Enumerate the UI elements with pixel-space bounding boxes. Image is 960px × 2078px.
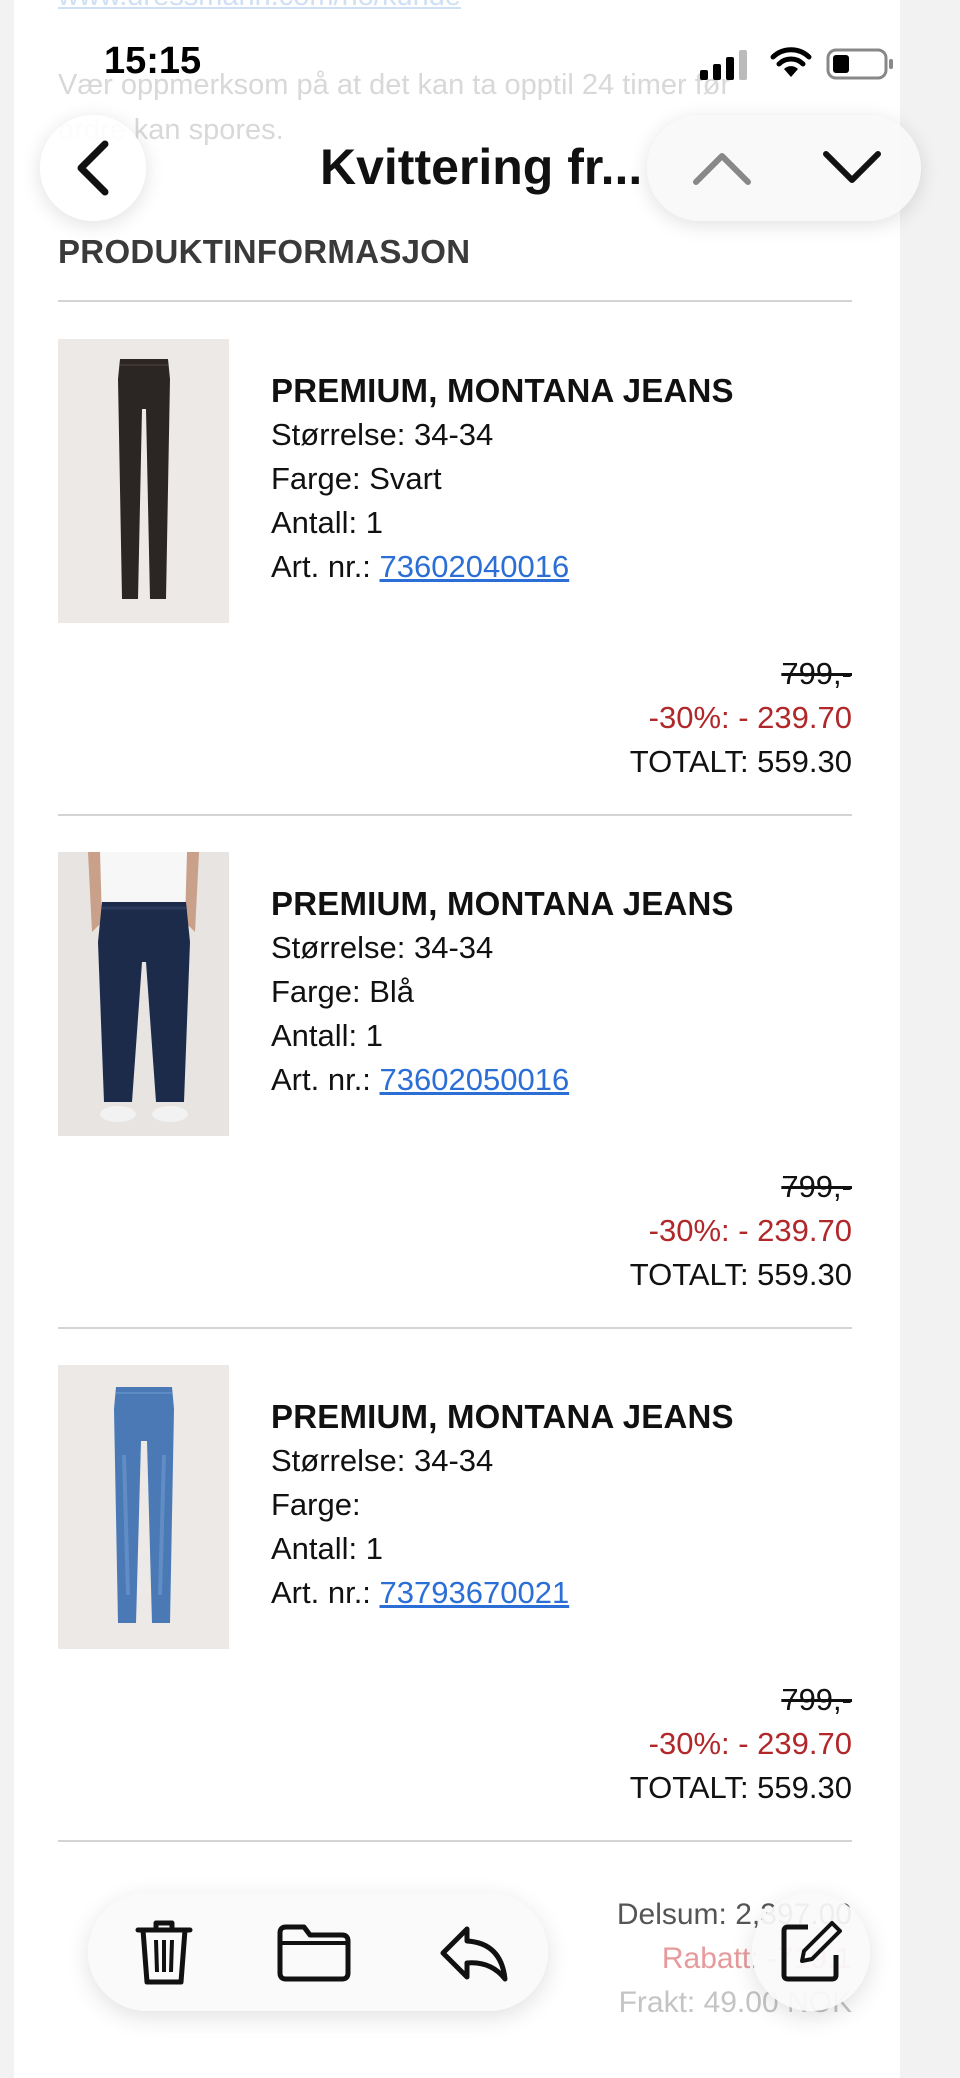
- product-image-dark-blue-jeans[interactable]: [58, 852, 229, 1136]
- product-total: TOTALT: 559.30: [629, 744, 852, 779]
- product-name: PREMIUM, MONTANA JEANS: [271, 1398, 734, 1435]
- product-article: Art. nr.: 73793670021: [271, 1571, 734, 1615]
- reply-button[interactable]: [433, 1913, 513, 1993]
- divider: [58, 300, 852, 302]
- product-size: Størrelse: 34-34: [271, 930, 494, 965]
- delete-button[interactable]: [124, 1913, 204, 1993]
- original-price: 799,-: [781, 656, 852, 691]
- message-navigation: [647, 115, 921, 221]
- article-number-link[interactable]: 73793670021: [380, 1575, 570, 1610]
- product-quantity: Antall: 1: [271, 1531, 384, 1566]
- folder-icon: [277, 1924, 351, 1982]
- compose-icon: [781, 1921, 842, 1982]
- article-label: Art. nr.:: [271, 1062, 380, 1097]
- product-prices: 799,- -30%: - 239.70 TOTALT: 559.30: [630, 1165, 852, 1297]
- bottom-toolbar: [88, 1893, 548, 2011]
- divider: [58, 1840, 852, 1842]
- product-prices: 799,- -30%: - 239.70 TOTALT: 559.30: [630, 1678, 852, 1810]
- article-number-link[interactable]: 73602050016: [380, 1062, 570, 1097]
- product-color: Farge: Svart: [271, 461, 442, 496]
- product-info: PREMIUM, MONTANA JEANS Størrelse: 34-34 …: [271, 369, 734, 589]
- product-total: TOTALT: 559.30: [629, 1770, 852, 1805]
- original-price: 799,-: [781, 1682, 852, 1717]
- reply-icon: [440, 1926, 508, 1982]
- status-time: 15:15: [104, 40, 202, 82]
- discount-amount: -30%: - 239.70: [648, 1213, 852, 1248]
- previous-message-button[interactable]: [677, 133, 767, 203]
- product-color: Farge:: [271, 1487, 361, 1522]
- back-button[interactable]: [40, 115, 146, 221]
- product-item: PREMIUM, MONTANA JEANS Størrelse: 34-34 …: [58, 339, 852, 809]
- product-article: Art. nr.: 73602040016: [271, 545, 734, 589]
- product-size: Størrelse: 34-34: [271, 417, 494, 452]
- divider: [58, 1327, 852, 1329]
- chevron-down-icon: [823, 151, 881, 183]
- product-name: PREMIUM, MONTANA JEANS: [271, 372, 734, 409]
- discount-amount: -30%: - 239.70: [648, 700, 852, 735]
- signal-icon: [700, 50, 747, 80]
- move-to-folder-button[interactable]: [274, 1913, 354, 1993]
- product-name: PREMIUM, MONTANA JEANS: [271, 885, 734, 922]
- status-bar: 15:15: [0, 0, 960, 120]
- product-quantity: Antall: 1: [271, 505, 384, 540]
- chevron-left-icon: [77, 140, 109, 196]
- battery-icon: [826, 48, 893, 80]
- product-info: PREMIUM, MONTANA JEANS Størrelse: 34-34 …: [271, 882, 734, 1102]
- product-image-black-jeans[interactable]: [58, 339, 229, 623]
- product-item: PREMIUM, MONTANA JEANS Størrelse: 34-34 …: [58, 852, 852, 1322]
- original-price: 799,-: [781, 1169, 852, 1204]
- product-color: Farge: Blå: [271, 974, 415, 1009]
- product-prices: 799,- -30%: - 239.70 TOTALT: 559.30: [630, 652, 852, 784]
- product-quantity: Antall: 1: [271, 1018, 384, 1053]
- divider: [58, 814, 852, 816]
- next-message-button[interactable]: [807, 133, 897, 203]
- product-article: Art. nr.: 73602050016: [271, 1058, 734, 1102]
- article-number-link[interactable]: 73602040016: [380, 549, 570, 584]
- email-subject-title: Kvittering fr...: [320, 139, 643, 195]
- article-label: Art. nr.:: [271, 1575, 380, 1610]
- product-size: Størrelse: 34-34: [271, 1443, 494, 1478]
- article-label: Art. nr.:: [271, 549, 380, 584]
- discount-amount: -30%: - 239.70: [648, 1726, 852, 1761]
- compose-button[interactable]: [752, 1893, 870, 2011]
- wifi-icon: [770, 47, 812, 77]
- section-title: PRODUKTINFORMASJON: [58, 233, 471, 270]
- chevron-up-icon: [693, 153, 751, 185]
- product-total: TOTALT: 559.30: [629, 1257, 852, 1292]
- product-image-light-blue-jeans[interactable]: [58, 1365, 229, 1649]
- product-item: PREMIUM, MONTANA JEANS Størrelse: 34-34 …: [58, 1365, 852, 1835]
- trash-icon: [135, 1920, 193, 1985]
- product-info: PREMIUM, MONTANA JEANS Størrelse: 34-34 …: [271, 1395, 734, 1615]
